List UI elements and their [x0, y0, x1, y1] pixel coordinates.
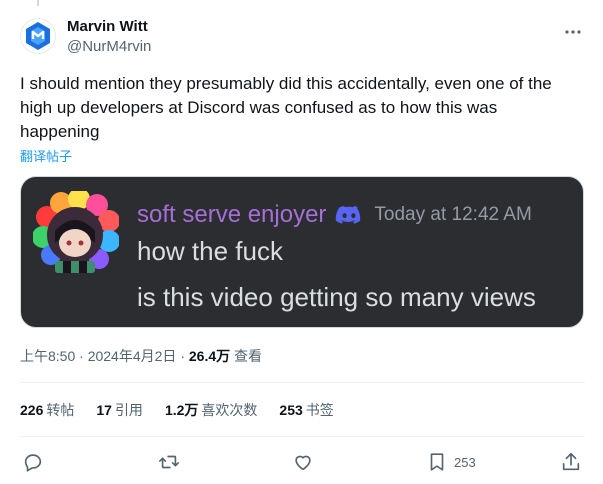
- tweet-header: Marvin Witt @NurM4rvin: [20, 16, 587, 60]
- stat-bookmarks[interactable]: 253 书签: [279, 400, 333, 420]
- more-horizontal-icon: [565, 30, 581, 34]
- stat-quotes[interactable]: 17 引用: [96, 400, 143, 420]
- tweet-media-image[interactable]: soft serve enjoyer Today at 12:42 AM how…: [20, 176, 584, 328]
- discord-icon: [334, 204, 364, 226]
- views-label: 查看: [234, 348, 263, 364]
- discord-username: soft serve enjoyer: [137, 201, 327, 228]
- meta-separator: ·: [180, 348, 185, 364]
- heart-icon: [295, 455, 311, 471]
- divider: [20, 382, 585, 383]
- more-options-button[interactable]: [563, 22, 583, 42]
- stat-count: 226: [20, 402, 44, 418]
- stat-count: 1.2万: [164, 402, 199, 418]
- meta-separator: ·: [79, 348, 84, 364]
- reply-icon: [24, 454, 42, 472]
- share-button[interactable]: [560, 448, 582, 476]
- discord-message-header: soft serve enjoyer Today at 12:42 AM: [137, 201, 532, 229]
- tweet-time[interactable]: 上午8:50: [20, 348, 75, 364]
- tweet-metadata: 上午8:50 · 2024年4月2日 · 26.4万 查看: [20, 346, 262, 366]
- bookmark-count: 253: [454, 454, 476, 470]
- stat-reposts[interactable]: 226 转帖: [20, 400, 74, 420]
- stat-label: 转帖: [46, 402, 75, 418]
- stat-label: 喜欢次数: [201, 402, 258, 418]
- share-icon: [562, 452, 580, 471]
- bookmark-icon: [430, 453, 444, 471]
- divider: [20, 436, 585, 437]
- author-names: Marvin Witt @NurM4rvin: [67, 18, 151, 56]
- bookmark-button[interactable]: 253: [426, 448, 476, 476]
- like-button[interactable]: [292, 448, 314, 476]
- thread-connector-line: [37, 0, 39, 6]
- repost-icon: [159, 455, 179, 469]
- logo-avatar-icon: [26, 22, 50, 50]
- discord-timestamp: Today at 12:42 AM: [374, 204, 532, 225]
- tweet-date[interactable]: 2024年4月2日: [88, 348, 177, 364]
- discord-message-line-1: how the fuck: [137, 236, 283, 266]
- author-avatar[interactable]: [20, 18, 56, 54]
- stat-likes[interactable]: 1.2万 喜欢次数: [165, 400, 257, 420]
- engagement-stats: 226 转帖 17 引用 1.2万 喜欢次数 253 书签: [20, 400, 334, 420]
- stat-label: 引用: [114, 402, 143, 418]
- reply-button[interactable]: [22, 448, 44, 476]
- author-handle[interactable]: @NurM4rvin: [67, 38, 151, 56]
- stat-count: 253: [279, 402, 303, 418]
- repost-button[interactable]: [158, 448, 180, 476]
- views-count: 26.4万: [188, 348, 231, 364]
- stat-label: 书签: [305, 402, 334, 418]
- author-display-name[interactable]: Marvin Witt: [67, 18, 151, 36]
- discord-user-avatar: [33, 191, 119, 273]
- discord-message-line-2: is this video getting so many views: [137, 282, 536, 312]
- tweet-text: I should mention they presumably did thi…: [20, 74, 552, 141]
- stat-count: 17: [96, 402, 112, 418]
- translate-post-link[interactable]: 翻译帖子: [20, 146, 72, 165]
- tweet-action-bar: 253: [20, 448, 587, 476]
